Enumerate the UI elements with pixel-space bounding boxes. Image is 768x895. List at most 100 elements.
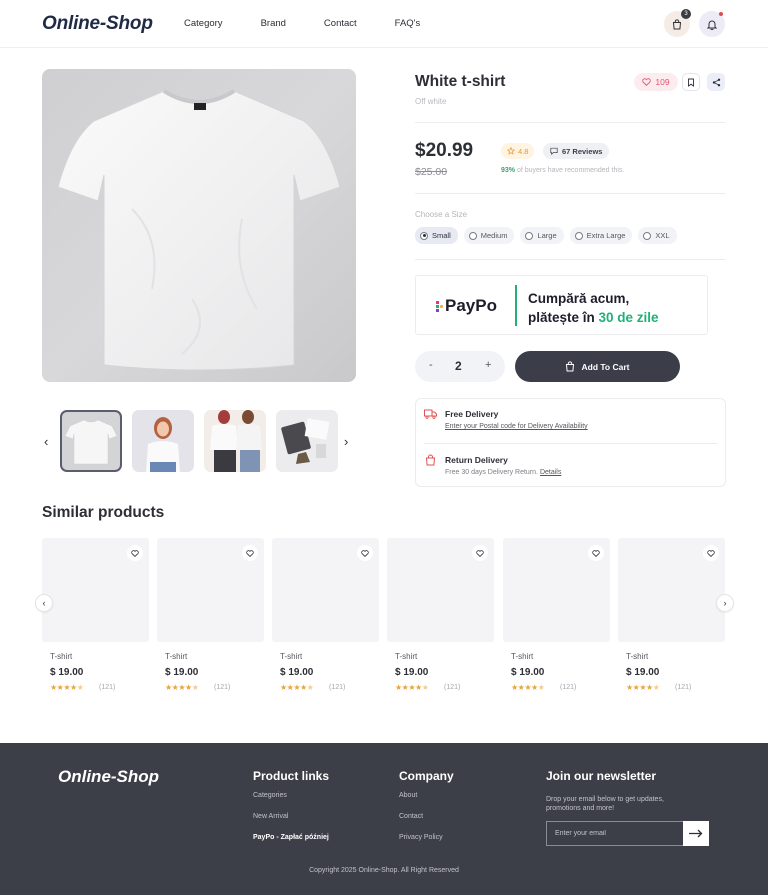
product-card[interactable]: T-shirt $ 19.00 ★★★★★ (121) <box>272 538 379 698</box>
thumbnail-3[interactable] <box>204 410 266 472</box>
recommend-label: of buyers have recommended this. <box>515 167 625 174</box>
product-card-image[interactable] <box>42 538 149 642</box>
notifications-button[interactable] <box>699 11 725 37</box>
product-card-price: $ 19.00 <box>165 667 199 678</box>
size-option-label: Medium <box>480 231 508 240</box>
like-button[interactable]: 109 <box>634 73 678 91</box>
notification-dot <box>719 12 723 16</box>
similar-products-title: Similar products <box>42 504 165 521</box>
heart-icon <box>592 549 600 557</box>
wishlist-button[interactable] <box>242 545 258 561</box>
paypo-line-2-text: plătește în <box>528 310 599 325</box>
paypo-banner[interactable]: PayPo Cumpără acum, plătește în 30 de zi… <box>415 275 708 335</box>
quantity-decrease-button[interactable]: - <box>429 359 433 371</box>
like-count: 109 <box>655 77 670 87</box>
thumbnail-2[interactable] <box>132 410 194 472</box>
product-card-image[interactable] <box>503 538 610 642</box>
similar-next-arrow[interactable]: › <box>716 594 734 612</box>
wishlist-button[interactable] <box>127 545 143 561</box>
product-card-review-count: (121) <box>214 684 231 691</box>
share-button[interactable] <box>707 73 725 91</box>
paypo-logo: PayPo <box>436 296 497 316</box>
similar-prev-arrow[interactable]: ‹ <box>35 594 53 612</box>
product-card-image[interactable] <box>157 538 264 642</box>
thumbnail-gallery: ‹ › <box>42 410 356 472</box>
wishlist-button[interactable] <box>472 545 488 561</box>
product-card-review-count: (121) <box>99 684 116 691</box>
product-card-name[interactable]: T-shirt <box>50 652 72 661</box>
wishlist-button[interactable] <box>588 545 604 561</box>
cart-button[interactable]: 3 <box>664 9 691 37</box>
product-card[interactable]: T-shirt $ 19.00 ★★★★★ (121) <box>387 538 494 698</box>
footer-link-paypo[interactable]: PayPo - Zapłać później <box>253 834 329 841</box>
nav-item-contact[interactable]: Contact <box>324 18 357 29</box>
radio-icon <box>643 231 652 240</box>
newsletter-submit-button[interactable] <box>683 821 709 846</box>
size-option-medium[interactable]: Medium <box>463 227 515 244</box>
site-logo[interactable]: Online-Shop <box>42 13 153 35</box>
footer-link-privacy[interactable]: Privacy Policy <box>399 834 443 841</box>
quantity-increase-button[interactable]: + <box>485 359 491 371</box>
newsletter-email-input[interactable] <box>546 821 683 846</box>
product-card-review-count: (121) <box>329 684 346 691</box>
quantity-stepper: - 2 + <box>415 351 505 382</box>
paypo-logo-text: PayPo <box>445 296 497 315</box>
reviews-badge[interactable]: 67 Reviews <box>543 143 610 159</box>
product-card[interactable]: T-shirt $ 19.00 ★★★★★ (121) <box>42 538 149 698</box>
return-delivery-title: Return Delivery <box>445 455 508 465</box>
product-card-image[interactable] <box>387 538 494 642</box>
flatlay-thumbnail-image <box>276 410 338 472</box>
product-card-image[interactable] <box>272 538 379 642</box>
recommend-text: 93% of buyers have recommended this. <box>501 167 624 174</box>
wishlist-button[interactable] <box>703 545 719 561</box>
rating-value: 4.8 <box>518 146 529 156</box>
thumbnail-prev-arrow[interactable]: ‹ <box>44 434 48 449</box>
nav-item-faqs[interactable]: FAQ's <box>395 18 421 29</box>
footer-link-contact[interactable]: Contact <box>399 813 423 820</box>
footer-link-categories[interactable]: Categories <box>253 792 287 799</box>
add-to-cart-button[interactable]: Add To Cart <box>515 351 680 382</box>
product-card[interactable]: T-shirt $ 19.00 ★★★★★ (121) <box>157 538 264 698</box>
postal-code-link[interactable]: Enter your Postal code for Delivery Avai… <box>445 423 588 430</box>
recommend-percent: 93% <box>501 167 516 174</box>
product-card-image[interactable] <box>618 538 725 642</box>
product-card[interactable]: T-shirt $ 19.00 ★★★★★ (121) <box>503 538 610 698</box>
product-price: $20.99 <box>415 140 474 161</box>
footer-link-about[interactable]: About <box>399 792 417 799</box>
size-option-extra-large[interactable]: Extra Large <box>569 227 633 244</box>
comment-icon <box>550 147 558 155</box>
truck-icon <box>424 409 437 419</box>
return-details-link[interactable]: Details <box>540 469 561 476</box>
divider <box>424 443 717 444</box>
product-card[interactable]: T-shirt $ 19.00 ★★★★★ (121) <box>618 538 725 698</box>
free-delivery-title: Free Delivery <box>445 409 499 419</box>
footer-logo[interactable]: Online-Shop <box>58 767 159 787</box>
product-card-price: $ 19.00 <box>50 667 84 678</box>
product-card-name[interactable]: T-shirt <box>626 652 648 661</box>
product-card-name[interactable]: T-shirt <box>511 652 533 661</box>
product-card-stars: ★★★★★ <box>280 683 314 692</box>
footer-link-new-arrival[interactable]: New Arrival <box>253 813 288 820</box>
nav-item-brand[interactable]: Brand <box>261 18 286 29</box>
product-card-price: $ 19.00 <box>280 667 314 678</box>
paypo-slogan: Cumpără acum, plătește în 30 de zile <box>528 289 659 327</box>
product-card-name[interactable]: T-shirt <box>280 652 302 661</box>
nav-item-category[interactable]: Category <box>184 18 223 29</box>
paypo-divider <box>515 285 517 326</box>
product-card-name[interactable]: T-shirt <box>165 652 187 661</box>
thumbnail-1[interactable] <box>60 410 122 472</box>
free-delivery-link[interactable]: Enter your Postal code for Delivery Avai… <box>445 423 588 430</box>
thumbnail-4[interactable] <box>276 410 338 472</box>
size-option-small[interactable]: Small <box>415 227 458 244</box>
radio-icon <box>468 231 477 240</box>
arrow-right-icon <box>689 829 703 838</box>
size-option-large[interactable]: Large <box>520 227 564 244</box>
size-option-xxl[interactable]: XXL <box>638 227 677 244</box>
wishlist-button[interactable] <box>357 545 373 561</box>
main-nav: Category Brand Contact FAQ's <box>184 18 458 29</box>
bookmark-button[interactable] <box>682 73 700 91</box>
product-card-stars: ★★★★★ <box>50 683 84 692</box>
product-card-name[interactable]: T-shirt <box>395 652 417 661</box>
thumbnail-next-arrow[interactable]: › <box>344 434 348 449</box>
product-card-stars: ★★★★★ <box>511 683 545 692</box>
